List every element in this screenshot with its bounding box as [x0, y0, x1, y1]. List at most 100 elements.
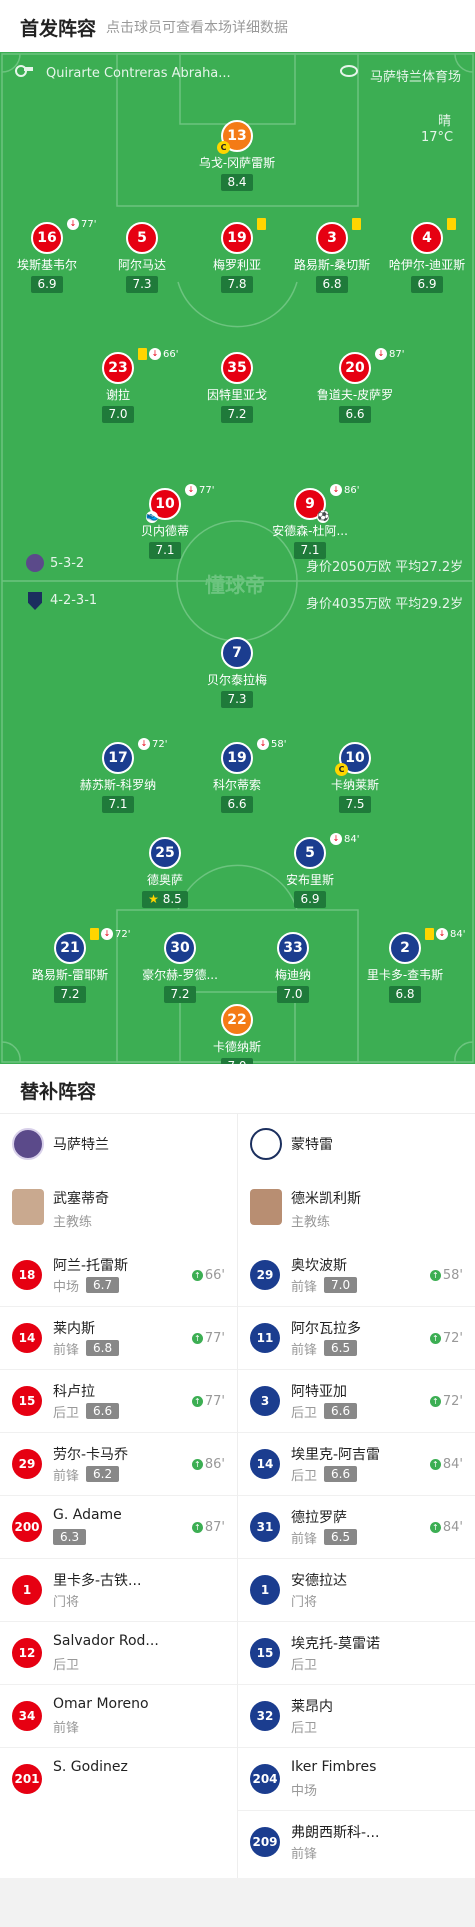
player-rating: 7.0 [277, 986, 309, 1003]
player-rating: 7.1 [102, 796, 134, 813]
sub-player-name: Iker Fimbres [291, 1759, 377, 1775]
sub-in-icon: ↑ [429, 1522, 441, 1533]
sub-in-icon: ↑ [429, 1459, 441, 1470]
sub-player-number: 31 [250, 1512, 280, 1542]
sub-player-row[interactable]: 15 埃克托-莫雷诺 后卫 [238, 1622, 475, 1685]
home-player-9[interactable]: 9 ⚽ ↓ 86' 安德森-杜阿... 7.1 [245, 484, 375, 559]
home-player-35[interactable]: 35 因特里亚戈 7.2 [172, 352, 302, 423]
rating-value: 7.2 [227, 407, 247, 421]
player-number: 2 ↓ 84' [389, 928, 465, 964]
home-team-row[interactable]: 马萨特兰 [0, 1114, 237, 1174]
sub-player-position: 后卫 [291, 1406, 318, 1421]
home-player-4[interactable]: 4 哈伊尔-迪亚斯 6.9 [362, 218, 475, 293]
sub-player-row[interactable]: 32 莱昂内 后卫 [238, 1685, 475, 1748]
sub-player-row[interactable]: 18 阿兰-托雷斯 中场 6.7 ↑ 66' [0, 1244, 237, 1307]
sub-in-info: ↑ 66' [191, 1268, 225, 1283]
sub-in-minute: 77' [204, 1331, 225, 1346]
sub-player-position: 中场 [53, 1280, 80, 1295]
sub-player-number: 15 [250, 1638, 280, 1668]
sub-in-info: ↑ 87' [191, 1520, 225, 1535]
sub-out-minute: 84' [344, 834, 360, 845]
player-name: 贝内德蒂 [140, 524, 189, 538]
sub-player-number: 34 [12, 1701, 42, 1731]
rating-value: 7.3 [227, 692, 247, 706]
away-formation: 4-2-3-1 [50, 593, 98, 608]
yellow-card-icon [447, 218, 456, 230]
player-rating: 7.0 [102, 406, 134, 423]
sub-player-rating: 6.5 [324, 1529, 358, 1545]
sub-player-row[interactable]: 34 Omar Moreno 前锋 [0, 1685, 237, 1748]
home-player-13[interactable]: 13 C 乌戈-冈萨雷斯 8.4 [172, 120, 302, 191]
home-player-10[interactable]: 10 👟 ↓ 77' 贝内德蒂 7.1 [100, 484, 230, 559]
player-rating: 6.9 [294, 891, 326, 908]
yellow-card-icon [138, 348, 147, 360]
sub-player-number: 1 [250, 1575, 280, 1605]
sub-out-icon: ↓ [101, 928, 113, 940]
sub-player-row[interactable]: 14 莱内斯 前锋 6.8 ↑ 77' [0, 1307, 237, 1370]
yellow-card-icon [90, 928, 99, 940]
rating-value: 7.3 [132, 277, 152, 291]
yellow-card-icon [352, 218, 361, 230]
player-rating: 6.9 [411, 276, 443, 293]
home-team-name: 马萨特兰 [53, 1137, 109, 1153]
assist-icon: 👟 [146, 511, 159, 523]
sub-player-position: 前锋 [291, 1280, 318, 1295]
sub-player-row[interactable]: 15 科卢拉 后卫 6.6 ↑ 77' [0, 1370, 237, 1433]
sub-player-name: 劳尔-卡马乔 [53, 1447, 129, 1463]
away-team-row[interactable]: 蒙特雷 [238, 1114, 475, 1174]
player-name: 乌戈-冈萨雷斯 [198, 156, 276, 170]
away-player-33[interactable]: 33 梅迪纳 7.0 [228, 932, 358, 1003]
player-number: 3 [316, 218, 361, 254]
sub-player-row[interactable]: 200 G. Adame 6.3 ↑ 87' [0, 1496, 237, 1559]
sub-player-row[interactable]: 29 奥坎波斯 前锋 7.0 ↑ 58' [238, 1244, 475, 1307]
sub-in-minute: 87' [204, 1520, 225, 1535]
yellow-card-icon [425, 928, 434, 940]
sub-player-number: 14 [250, 1449, 280, 1479]
coach-role: 主教练 [291, 1215, 331, 1230]
player-rating: 6.8 [316, 276, 348, 293]
sub-player-name: 阿特亚加 [291, 1384, 347, 1400]
sub-player-position: 前锋 [291, 1847, 318, 1862]
away-player-30[interactable]: 30 豪尔赫-罗德... 7.2 [115, 932, 245, 1003]
sub-player-number: 209 [250, 1827, 280, 1857]
sub-player-row[interactable]: 204 Iker Fimbres 中场 [238, 1748, 475, 1811]
rating-value: 7.1 [155, 543, 175, 557]
rating-value: 6.9 [37, 277, 57, 291]
footer-spacer [0, 1878, 475, 1927]
player-number: 5 [126, 222, 158, 254]
sub-player-row[interactable]: 29 劳尔-卡马乔 前锋 6.2 ↑ 86' [0, 1433, 237, 1496]
home-player-23[interactable]: 23 ↓ 66' 谢拉 7.0 [53, 348, 183, 423]
sub-player-row[interactable]: 14 埃里克-阿吉雷 后卫 6.6 ↑ 84' [238, 1433, 475, 1496]
player-name: 贝尔泰拉梅 [206, 673, 267, 687]
sub-player-position: 后卫 [291, 1469, 318, 1484]
away-player-19[interactable]: 19 ↓ 58' 科尔蒂索 6.6 [172, 738, 302, 813]
sub-player-row[interactable]: 31 德拉罗萨 前锋 6.5 ↑ 84' [238, 1496, 475, 1559]
sub-player-rating: 6.2 [86, 1466, 120, 1482]
rating-value: 7.0 [283, 987, 303, 1001]
sub-in-minute: 66' [204, 1268, 225, 1283]
page-subtitle: 点击球员可查看本场详细数据 [106, 20, 288, 36]
away-player-22[interactable]: 22卡德纳斯7.0 [172, 1004, 302, 1064]
player-number: 33 [277, 932, 309, 964]
away-player-10[interactable]: 10 C 卡纳莱斯 7.5 [290, 742, 420, 813]
home-player-20[interactable]: 20 ↓ 87' 鲁道夫-皮萨罗 6.6 [290, 348, 420, 423]
sub-player-rating: 6.6 [324, 1466, 358, 1482]
away-player-5[interactable]: 5 ↓ 84' 安布里斯 6.9 [245, 833, 375, 908]
sub-player-row[interactable]: 1 安德拉达 门将 [238, 1559, 475, 1622]
home-coach[interactable]: 武塞蒂奇 主教练 [0, 1174, 237, 1244]
sub-in-info: ↑ 84' [429, 1457, 463, 1472]
sub-player-row[interactable]: 11 阿尔瓦拉多 前锋 6.5 ↑ 72' [238, 1307, 475, 1370]
sub-in-info: ↑ 86' [191, 1457, 225, 1472]
sub-player-row[interactable]: 209 弗朗西斯科-... 前锋 [238, 1811, 475, 1874]
away-player-17[interactable]: 17 ↓ 72' 赫苏斯-科罗纳 7.1 [53, 738, 183, 813]
away-player-2[interactable]: 2 ↓ 84' 里卡多-查韦斯 6.8 [340, 928, 470, 1003]
sub-player-row[interactable]: 12 Salvador Rod... 后卫 [0, 1622, 237, 1685]
away-player-25[interactable]: 25 德奥萨 ★ 8.5 [100, 837, 230, 908]
sub-in-icon: ↑ [191, 1333, 203, 1344]
sub-player-rating: 6.6 [86, 1403, 120, 1419]
sub-player-row[interactable]: 1 里卡多-古铁... 门将 [0, 1559, 237, 1622]
sub-player-row[interactable]: 201 S. Godinez [0, 1748, 237, 1811]
away-coach[interactable]: 德米凯利斯 主教练 [238, 1174, 475, 1244]
sub-player-row[interactable]: 3 阿特亚加 后卫 6.6 ↑ 72' [238, 1370, 475, 1433]
away-player-7[interactable]: 7 贝尔泰拉梅 7.3 [172, 637, 302, 708]
